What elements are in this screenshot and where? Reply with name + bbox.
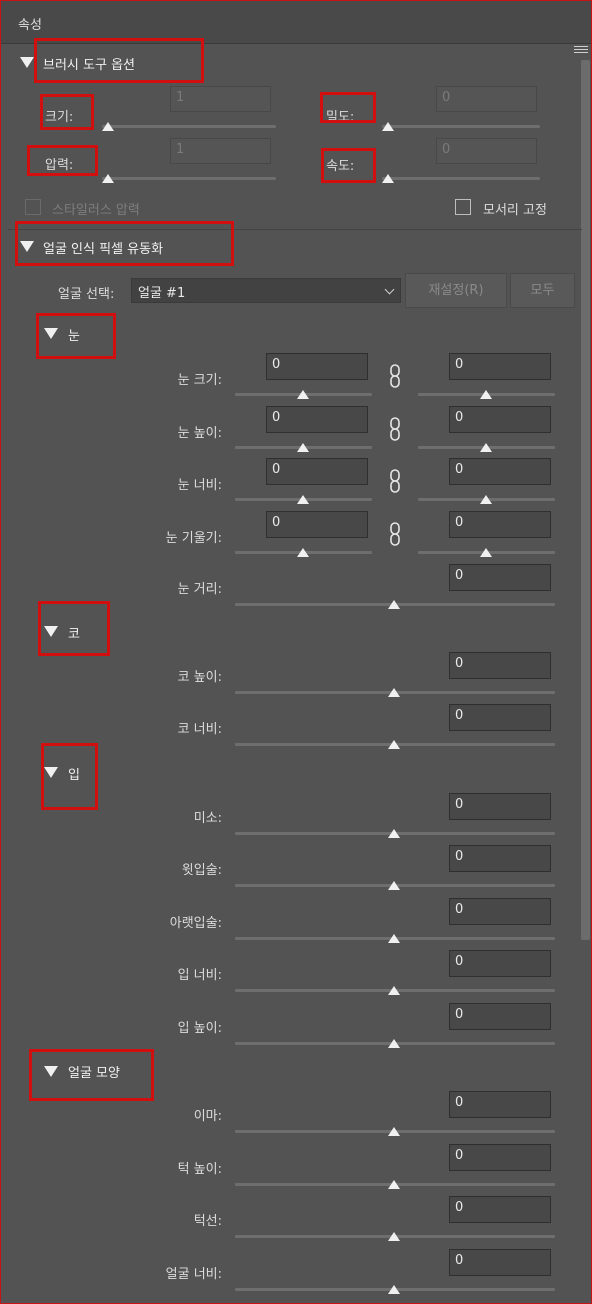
- highlight-box: [321, 148, 376, 183]
- panel-title: 속성: [18, 18, 42, 33]
- pin-edges-label: 모서리 고정: [483, 203, 547, 218]
- chevron-down-icon: [384, 284, 395, 295]
- eye-row-label: 눈 높이:: [177, 426, 222, 441]
- eye-left-field[interactable]: 0: [266, 511, 368, 538]
- eye-distance-slider-thumb[interactable]: [388, 600, 400, 609]
- eye-distance-label: 눈 거리:: [177, 582, 222, 597]
- panel-menu-icon[interactable]: [574, 46, 588, 56]
- stylus-pressure-label: 스타일러스 압력: [52, 203, 140, 218]
- pressure-field[interactable]: 1: [170, 138, 271, 164]
- highlight-box: [36, 313, 116, 359]
- mouth-field[interactable]: 0: [449, 1003, 551, 1030]
- mouth-slider-thumb[interactable]: [388, 1039, 400, 1048]
- face-shape-slider-thumb[interactable]: [388, 1180, 400, 1189]
- mouth-row-label: 윗입술:: [181, 863, 222, 878]
- collapse-triangle-icon[interactable]: [20, 57, 34, 68]
- density-slider-thumb[interactable]: [382, 122, 394, 131]
- highlight-box: [320, 92, 376, 123]
- eye-left-slider-thumb[interactable]: [297, 495, 309, 504]
- highlight-box: [29, 1049, 154, 1101]
- face-shape-slider-thumb[interactable]: [388, 1127, 400, 1136]
- mouth-row-label: 입 높이:: [177, 1021, 222, 1036]
- link-icon[interactable]: [389, 364, 401, 388]
- size-slider-track[interactable]: [102, 125, 276, 128]
- face-shape-row-label: 턱선:: [193, 1214, 222, 1229]
- link-icon[interactable]: [389, 417, 401, 441]
- eye-left-slider-thumb[interactable]: [297, 443, 309, 452]
- face-shape-field[interactable]: 0: [449, 1196, 551, 1223]
- size-field[interactable]: 1: [170, 86, 271, 112]
- face-shape-row-label: 얼굴 너비:: [165, 1267, 222, 1282]
- nose-field[interactable]: 0: [449, 652, 551, 679]
- eye-distance-field[interactable]: 0: [449, 564, 551, 591]
- highlight-box: [27, 145, 98, 176]
- nose-slider-thumb[interactable]: [388, 740, 400, 749]
- mouth-field[interactable]: 0: [449, 950, 551, 977]
- mouth-slider-thumb[interactable]: [388, 881, 400, 890]
- face-select-value: 얼굴 #1: [138, 286, 186, 301]
- face-shape-field[interactable]: 0: [449, 1091, 551, 1118]
- pin-edges-checkbox[interactable]: [455, 199, 471, 215]
- mouth-row-label: 아랫입술:: [169, 916, 222, 931]
- face-select-dropdown[interactable]: 얼굴 #1: [131, 278, 401, 303]
- rate-slider-track[interactable]: [382, 177, 540, 180]
- eye-left-slider-thumb[interactable]: [297, 548, 309, 557]
- eye-left-slider-thumb[interactable]: [297, 390, 309, 399]
- mouth-field[interactable]: 0: [449, 793, 551, 820]
- mouth-slider-thumb[interactable]: [388, 986, 400, 995]
- stylus-pressure-checkbox[interactable]: [25, 199, 41, 215]
- eye-row-label: 눈 크기:: [177, 373, 222, 388]
- eye-right-field[interactable]: 0: [449, 511, 551, 538]
- nose-slider-thumb[interactable]: [388, 688, 400, 697]
- eye-right-slider-thumb[interactable]: [480, 443, 492, 452]
- eye-row-label: 눈 너비:: [177, 478, 222, 493]
- eye-right-slider-thumb[interactable]: [480, 548, 492, 557]
- eye-right-slider-thumb[interactable]: [480, 390, 492, 399]
- eye-left-field[interactable]: 0: [266, 458, 368, 485]
- highlight-box: [40, 94, 94, 130]
- face-shape-slider-thumb[interactable]: [388, 1285, 400, 1294]
- nose-row-label: 코 너비:: [177, 722, 222, 737]
- mouth-row-label: 입 너비:: [177, 968, 222, 983]
- link-icon[interactable]: [389, 522, 401, 546]
- highlight-box: [15, 221, 234, 266]
- nose-field[interactable]: 0: [449, 704, 551, 731]
- mouth-slider-thumb[interactable]: [388, 829, 400, 838]
- all-button[interactable]: 모두: [510, 273, 575, 308]
- eye-right-slider-thumb[interactable]: [480, 495, 492, 504]
- highlight-box: [41, 743, 98, 810]
- eye-right-field[interactable]: 0: [449, 458, 551, 485]
- eye-right-field[interactable]: 0: [449, 406, 551, 433]
- eye-left-field[interactable]: 0: [266, 353, 368, 380]
- size-slider-thumb[interactable]: [102, 122, 114, 131]
- eye-right-field[interactable]: 0: [449, 353, 551, 380]
- eye-left-field[interactable]: 0: [266, 406, 368, 433]
- rate-slider-thumb[interactable]: [382, 174, 394, 183]
- face-select-label: 얼굴 선택:: [58, 287, 115, 302]
- face-shape-row-label: 턱 높이:: [177, 1162, 222, 1177]
- highlight-box: [34, 38, 204, 83]
- face-shape-field[interactable]: 0: [449, 1249, 551, 1276]
- density-field[interactable]: 0: [436, 86, 537, 112]
- reset-button[interactable]: 재설정(R): [405, 273, 507, 308]
- mouth-row-label: 미소:: [193, 811, 222, 826]
- nose-row-label: 코 높이:: [177, 670, 222, 685]
- rate-field[interactable]: 0: [436, 138, 537, 164]
- link-icon[interactable]: [389, 469, 401, 493]
- face-shape-row-label: 이마:: [193, 1109, 222, 1124]
- scrollbar[interactable]: [581, 60, 590, 940]
- mouth-field[interactable]: 0: [449, 845, 551, 872]
- pressure-slider-track[interactable]: [102, 177, 276, 180]
- face-shape-field[interactable]: 0: [449, 1144, 551, 1171]
- pressure-slider-thumb[interactable]: [102, 174, 114, 183]
- highlight-box: [38, 601, 110, 656]
- face-shape-slider-thumb[interactable]: [388, 1232, 400, 1241]
- density-slider-track[interactable]: [382, 125, 540, 128]
- mouth-slider-thumb[interactable]: [388, 934, 400, 943]
- eye-row-label: 눈 기울기:: [165, 531, 222, 546]
- mouth-field[interactable]: 0: [449, 898, 551, 925]
